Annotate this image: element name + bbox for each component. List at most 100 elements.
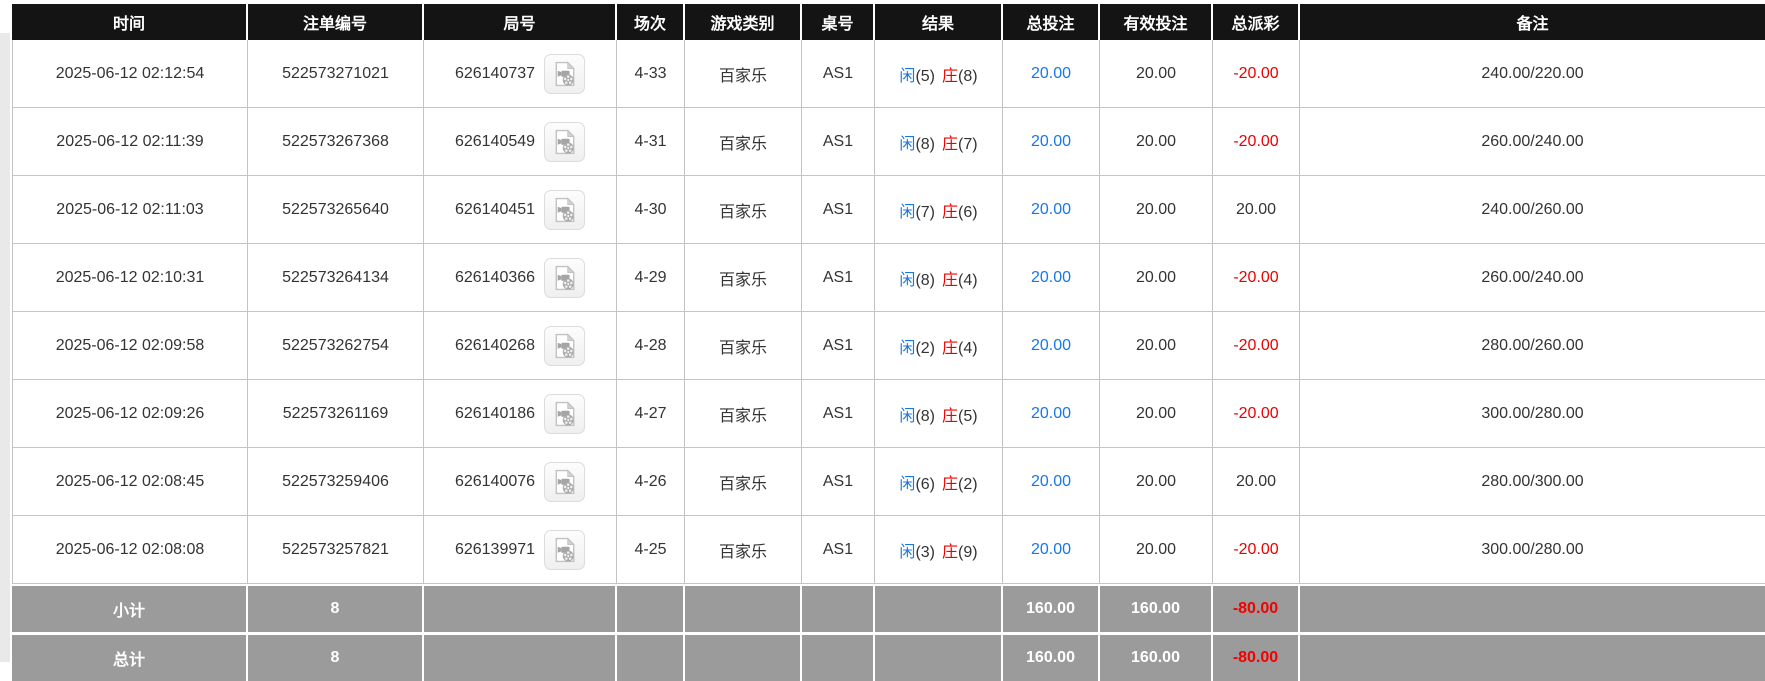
cell-result: 闲(8)庄(7) — [875, 108, 1003, 176]
subtotal-empty-result — [875, 584, 1003, 635]
result-banker-label: 庄 — [942, 136, 958, 153]
total-bet-link[interactable]: 20.00 — [1031, 65, 1071, 82]
video-replay-button[interactable] — [544, 326, 585, 366]
cell-game-type: 百家乐 — [685, 244, 802, 312]
video-replay-button[interactable] — [544, 462, 585, 502]
cell-valid-bet: 20.00 — [1100, 176, 1213, 244]
cell-time: 2025-06-12 02:08:45 — [12, 448, 248, 516]
cell-payout: -20.00 — [1213, 312, 1300, 380]
total-bet-link[interactable]: 20.00 — [1031, 541, 1071, 558]
video-replay-button[interactable] — [544, 394, 585, 434]
subtotal-valid-bet: 160.00 — [1100, 584, 1213, 635]
cell-payout: -20.00 — [1213, 244, 1300, 312]
round-no-text: 626140076 — [455, 473, 535, 491]
result-player-score: (3) — [915, 544, 935, 561]
cell-time: 2025-06-12 02:10:31 — [12, 244, 248, 312]
cell-total-bet: 20.00 — [1003, 108, 1100, 176]
cell-valid-bet: 20.00 — [1100, 516, 1213, 584]
subtotal-remark — [1300, 584, 1765, 635]
video-replay-button[interactable] — [544, 530, 585, 570]
total-label: 总计 — [12, 635, 248, 681]
cell-payout: -20.00 — [1213, 108, 1300, 176]
total-bet-link[interactable]: 20.00 — [1031, 337, 1071, 354]
cell-bet-no: 522573262754 — [248, 312, 424, 380]
col-header-bet-no: 注单编号 — [248, 4, 424, 40]
cell-table-no: AS1 — [802, 244, 875, 312]
cell-round-no: 626140186 — [424, 380, 617, 448]
video-file-icon — [554, 469, 576, 495]
col-header-session: 场次 — [617, 4, 685, 40]
result-banker-score: (9) — [958, 544, 978, 561]
subtotal-empty-game-type — [685, 584, 802, 635]
col-header-result: 结果 — [875, 4, 1003, 40]
cell-payout: -20.00 — [1213, 380, 1300, 448]
total-valid-bet: 160.00 — [1100, 635, 1213, 681]
table-header: 时间 注单编号 局号 场次 游戏类别 桌号 结果 总投注 有效投注 总派彩 备注 — [12, 4, 1765, 40]
cell-bet-no: 522573267368 — [248, 108, 424, 176]
cell-table-no: AS1 — [802, 40, 875, 108]
video-replay-button[interactable] — [544, 54, 585, 94]
cell-result: 闲(2)庄(4) — [875, 312, 1003, 380]
cell-time: 2025-06-12 02:12:54 — [12, 40, 248, 108]
cell-payout: 20.00 — [1213, 448, 1300, 516]
total-bet-link[interactable]: 20.00 — [1031, 405, 1071, 422]
cell-table-no: AS1 — [802, 448, 875, 516]
cell-total-bet: 20.00 — [1003, 448, 1100, 516]
cell-round-no: 626140451 — [424, 176, 617, 244]
result-banker-score: (4) — [958, 340, 978, 357]
total-bet-link[interactable]: 20.00 — [1031, 133, 1071, 150]
video-file-icon — [554, 61, 576, 87]
total-empty-session — [617, 635, 685, 681]
table-row: 2025-06-12 02:08:08 522573257821 6261399… — [12, 516, 1765, 584]
round-no-text: 626140366 — [455, 269, 535, 287]
total-bet-link[interactable]: 20.00 — [1031, 201, 1071, 218]
total-payout: -80.00 — [1213, 635, 1300, 681]
video-file-icon — [554, 197, 576, 223]
cell-game-type: 百家乐 — [685, 108, 802, 176]
cell-remark: 300.00/280.00 — [1300, 516, 1765, 584]
cell-bet-no: 522573264134 — [248, 244, 424, 312]
round-no-text: 626140268 — [455, 337, 535, 355]
cell-round-no: 626139971 — [424, 516, 617, 584]
total-bet-link[interactable]: 20.00 — [1031, 269, 1071, 286]
cell-game-type: 百家乐 — [685, 516, 802, 584]
cell-time: 2025-06-12 02:08:08 — [12, 516, 248, 584]
cell-remark: 280.00/260.00 — [1300, 312, 1765, 380]
cell-payout: -20.00 — [1213, 516, 1300, 584]
subtotal-payout: -80.00 — [1213, 584, 1300, 635]
cell-remark: 240.00/220.00 — [1300, 40, 1765, 108]
table-row: 2025-06-12 02:08:45 522573259406 6261400… — [12, 448, 1765, 516]
result-player-label: 闲 — [899, 204, 915, 221]
table-row: 2025-06-12 02:12:54 522573271021 6261407… — [12, 40, 1765, 108]
round-no-text: 626140549 — [455, 133, 535, 151]
video-replay-button[interactable] — [544, 258, 585, 298]
result-player-score: (6) — [915, 476, 935, 493]
cell-valid-bet: 20.00 — [1100, 380, 1213, 448]
cell-payout: 20.00 — [1213, 176, 1300, 244]
result-banker-label: 庄 — [942, 340, 958, 357]
table-row: 2025-06-12 02:09:58 522573262754 6261402… — [12, 312, 1765, 380]
result-banker-label: 庄 — [942, 544, 958, 561]
col-header-round-no: 局号 — [424, 4, 617, 40]
col-header-total-bet: 总投注 — [1003, 4, 1100, 40]
video-replay-button[interactable] — [544, 190, 585, 230]
total-total-bet: 160.00 — [1003, 635, 1100, 681]
cell-bet-no: 522573259406 — [248, 448, 424, 516]
result-player-label: 闲 — [899, 408, 915, 425]
cell-session: 4-30 — [617, 176, 685, 244]
cell-game-type: 百家乐 — [685, 40, 802, 108]
bet-records-table: 时间 注单编号 局号 场次 游戏类别 桌号 结果 总投注 有效投注 总派彩 备注… — [12, 4, 1765, 681]
cell-session: 4-25 — [617, 516, 685, 584]
table-body: 2025-06-12 02:12:54 522573271021 6261407… — [12, 40, 1765, 584]
total-count: 8 — [248, 635, 424, 681]
subtotal-row: 小计 8 160.00 160.00 -80.00 — [12, 584, 1765, 635]
cell-round-no: 626140268 — [424, 312, 617, 380]
cell-time: 2025-06-12 02:09:58 — [12, 312, 248, 380]
cell-valid-bet: 20.00 — [1100, 448, 1213, 516]
total-bet-link[interactable]: 20.00 — [1031, 473, 1071, 490]
result-banker-label: 庄 — [942, 272, 958, 289]
table-row: 2025-06-12 02:10:31 522573264134 6261403… — [12, 244, 1765, 312]
video-replay-button[interactable] — [544, 122, 585, 162]
cell-game-type: 百家乐 — [685, 176, 802, 244]
cell-remark: 240.00/260.00 — [1300, 176, 1765, 244]
